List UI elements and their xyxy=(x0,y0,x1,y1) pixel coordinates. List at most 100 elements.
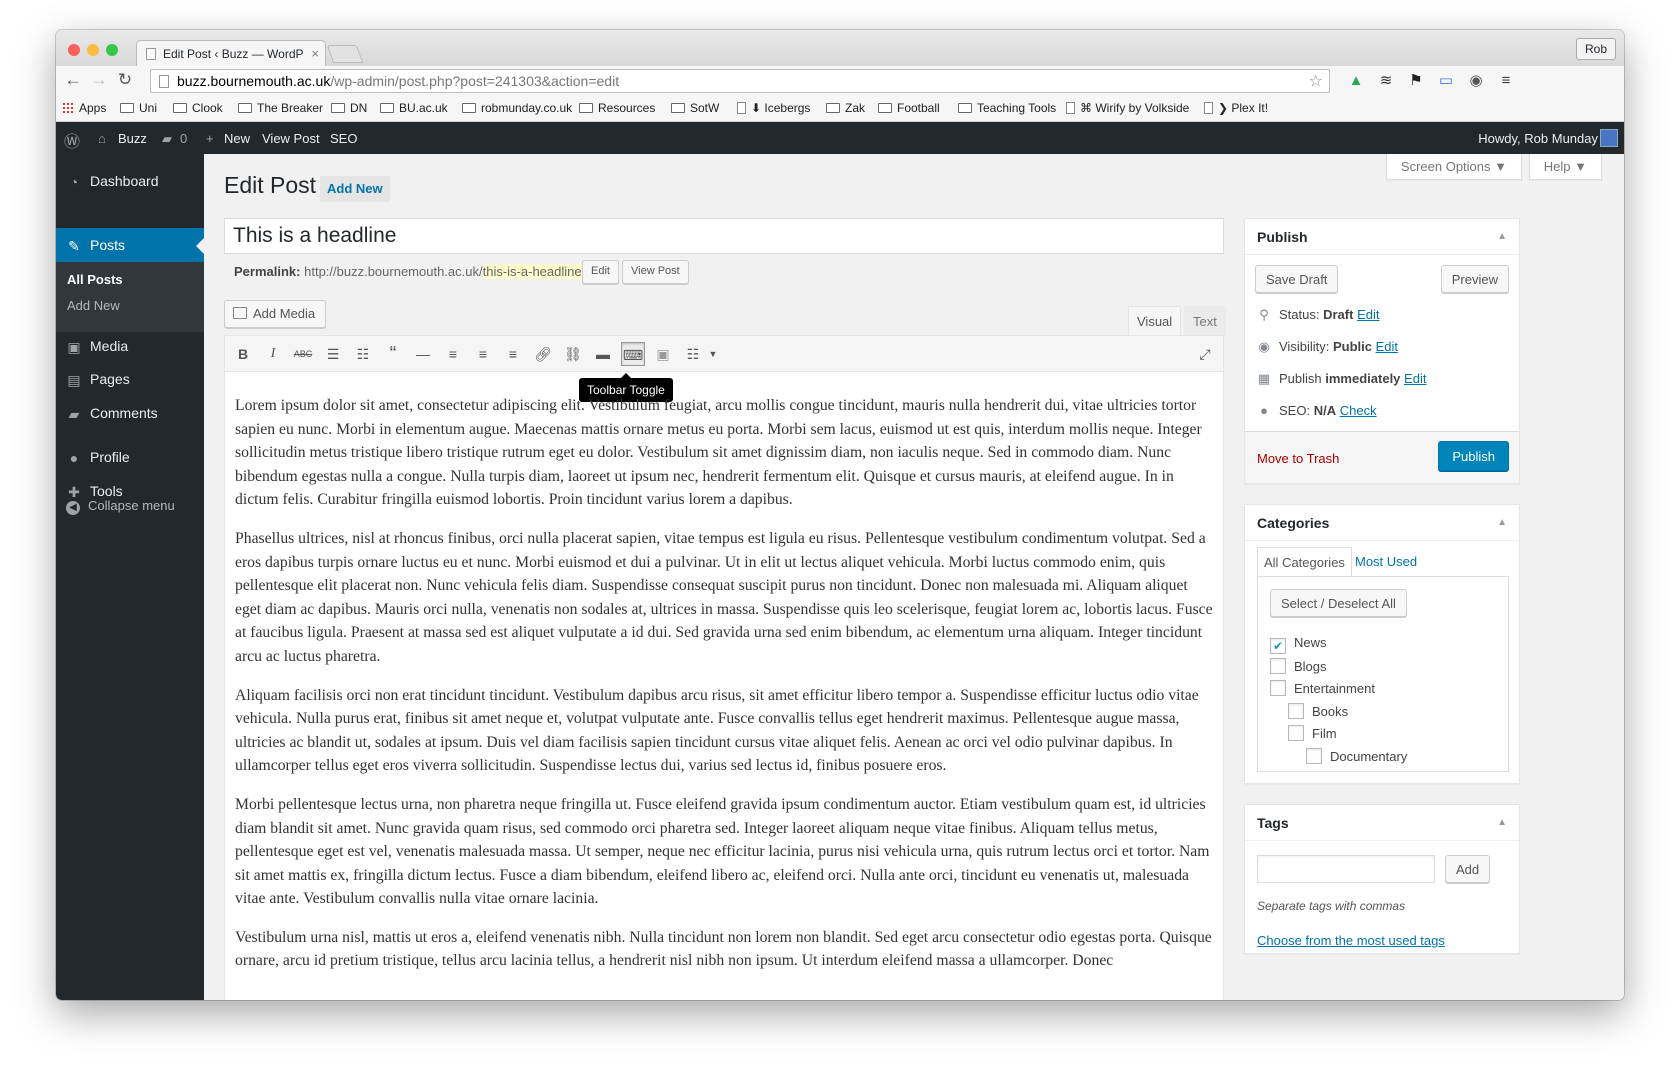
checkbox-icon[interactable] xyxy=(1288,702,1304,719)
bookmark-star-icon[interactable]: ☆ xyxy=(1309,71,1323,91)
edit-visibility-link[interactable]: Edit xyxy=(1376,339,1398,354)
site-name-link[interactable]: Buzz xyxy=(118,131,147,146)
tag-input[interactable] xyxy=(1257,855,1435,883)
collapse-arrow-icon[interactable]: ▲ xyxy=(1497,817,1507,828)
collapse-arrow-icon[interactable]: ▲ xyxy=(1497,517,1507,528)
back-icon[interactable]: ← xyxy=(62,70,84,90)
fullscreen-icon[interactable]: ⤢ xyxy=(1193,342,1217,366)
horizontal-rule-icon[interactable]: — xyxy=(411,342,435,366)
profile-button[interactable]: Rob xyxy=(1576,38,1616,60)
move-to-trash-link[interactable]: Move to Trash xyxy=(1257,451,1339,466)
bookmark-item[interactable]: SotW xyxy=(671,101,719,115)
tags-header[interactable]: Tags ▲ xyxy=(1245,805,1519,841)
forward-icon[interactable]: → xyxy=(88,70,110,90)
checkbox-checked-icon[interactable]: ✔ xyxy=(1270,638,1286,654)
minimize-window-icon[interactable] xyxy=(87,44,99,56)
checkbox-icon[interactable] xyxy=(1270,657,1286,674)
screen-capture-icon[interactable]: ▭ xyxy=(1436,71,1456,91)
comments-icon[interactable]: ▰ xyxy=(162,131,172,147)
save-draft-button[interactable]: Save Draft xyxy=(1255,265,1339,293)
body-paragraph[interactable]: Lorem ipsum dolor sit amet, consectetur … xyxy=(235,394,1217,512)
sidebar-item-dashboard[interactable]: ◔ Dashboard xyxy=(56,164,204,198)
checkbox-icon[interactable] xyxy=(1270,680,1286,696)
permalink-base[interactable]: http://buzz.bournemouth.ac.uk/ xyxy=(304,264,483,279)
bookmark-item[interactable]: Teaching Tools xyxy=(958,101,1056,115)
seo-link[interactable]: SEO xyxy=(330,131,357,146)
post-body[interactable]: Lorem ipsum dolor sit amet, consectetur … xyxy=(235,394,1217,988)
view-post-link[interactable]: View Post xyxy=(262,131,320,146)
bookmark-item[interactable]: Clook xyxy=(173,101,223,115)
address-bar[interactable]: buzz.bournemouth.ac.uk/wp-admin/post.php… xyxy=(150,69,1330,93)
collapse-menu-button[interactable]: ◀ Collapse menu xyxy=(66,498,175,515)
screen-options-button[interactable]: Screen Options ▼ xyxy=(1385,154,1522,180)
extension-icon[interactable]: ⚑ xyxy=(1406,71,1426,91)
categories-header[interactable]: Categories ▲ xyxy=(1245,505,1519,541)
edit-status-link[interactable]: Edit xyxy=(1357,307,1379,322)
sidebar-item-comments[interactable]: ▰ Comments xyxy=(56,396,204,430)
plus-icon[interactable]: + xyxy=(206,131,214,146)
bookmark-item[interactable]: ❯ Plex It! xyxy=(1204,101,1268,115)
sidebar-item-media[interactable]: ▣ Media xyxy=(56,329,204,363)
color-picker-icon[interactable]: ◉ xyxy=(1466,71,1486,91)
body-paragraph[interactable]: Aliquam facilisis orci non erat tincidun… xyxy=(235,684,1217,778)
sidebar-item-pages[interactable]: ▤ Pages xyxy=(56,362,204,396)
seo-check-link[interactable]: Check xyxy=(1340,403,1377,418)
read-more-icon[interactable]: ▬ xyxy=(591,342,615,366)
zoom-window-icon[interactable] xyxy=(106,44,118,56)
reload-icon[interactable]: ↻ xyxy=(114,70,136,90)
tab-visual[interactable]: Visual xyxy=(1128,306,1182,336)
bookmark-item[interactable]: Zak xyxy=(826,101,865,115)
select-all-button[interactable]: Select / Deselect All xyxy=(1270,589,1407,617)
preview-button[interactable]: Preview xyxy=(1440,265,1509,293)
browser-tab[interactable]: Edit Post ‹ Buzz — WordP × xyxy=(136,40,326,66)
bookmark-item[interactable]: The Breaker xyxy=(238,101,323,115)
bold-icon[interactable]: B xyxy=(231,342,255,366)
choose-tags-link[interactable]: Choose from the most used tags xyxy=(1257,933,1445,948)
category-item[interactable]: Documentary xyxy=(1306,747,1407,764)
align-center-icon[interactable]: ≡ xyxy=(471,342,495,366)
sidebar-item-profile[interactable]: ● Profile xyxy=(56,440,204,474)
sidebar-item-posts[interactable]: ✎ Posts xyxy=(56,228,204,262)
publish-button[interactable]: Publish xyxy=(1438,441,1509,471)
strikethrough-icon[interactable]: ABC xyxy=(291,342,315,366)
checkbox-icon[interactable] xyxy=(1288,725,1304,741)
close-window-icon[interactable] xyxy=(68,44,80,56)
chevron-down-icon[interactable]: ▼ xyxy=(701,342,725,366)
align-left-icon[interactable]: ≡ xyxy=(441,342,465,366)
add-media-button[interactable]: Add Media xyxy=(224,300,327,328)
new-tab-button[interactable] xyxy=(326,45,364,63)
bookmark-item[interactable]: robmunday.co.uk xyxy=(462,101,572,115)
body-paragraph[interactable]: Vestibulum urna nisl, mattis ut eros a, … xyxy=(235,926,1217,973)
bookmark-item[interactable]: Football xyxy=(878,101,940,115)
home-icon[interactable]: ⌂ xyxy=(98,131,106,146)
menu-icon[interactable]: ≡ xyxy=(1496,71,1516,91)
category-item[interactable]: Film xyxy=(1288,725,1337,741)
bookmark-item[interactable]: Uni xyxy=(120,101,157,115)
bookmark-item[interactable]: ⬇ Icebergs xyxy=(737,101,810,115)
howdy-user[interactable]: Howdy, Rob Munday xyxy=(1478,131,1598,146)
edit-schedule-link[interactable]: Edit xyxy=(1404,371,1426,386)
wordpress-logo-icon[interactable]: Ⓦ xyxy=(64,128,80,152)
view-post-button[interactable]: View Post xyxy=(622,260,689,284)
body-paragraph[interactable]: Morbi pellentesque lectus urna, non phar… xyxy=(235,793,1217,911)
bookmark-item[interactable]: ⌘ Wirify by Volkside xyxy=(1066,101,1189,115)
bookmark-item[interactable]: Resources xyxy=(579,101,655,115)
category-item[interactable]: Blogs xyxy=(1270,657,1327,674)
body-paragraph[interactable]: Phasellus ultrices, nisl at rhoncus fini… xyxy=(235,527,1217,669)
edit-permalink-button[interactable]: Edit xyxy=(582,260,619,284)
comments-count[interactable]: 0 xyxy=(180,131,187,146)
italic-icon[interactable]: I xyxy=(261,342,285,366)
help-button[interactable]: Help ▼ xyxy=(1528,154,1602,180)
category-item[interactable]: Books xyxy=(1288,702,1348,719)
toolbar-toggle-icon[interactable]: ⌨ xyxy=(621,342,645,366)
submenu-add-new[interactable]: Add New xyxy=(67,298,120,313)
add-tag-button[interactable]: Add xyxy=(1445,855,1491,883)
blockquote-icon[interactable]: “ xyxy=(381,342,405,366)
numbered-list-icon[interactable]: ☷ xyxy=(351,342,375,366)
buffer-icon[interactable]: ≋ xyxy=(1376,71,1396,91)
align-right-icon[interactable]: ≡ xyxy=(501,342,525,366)
category-item[interactable]: Entertainment xyxy=(1270,680,1375,696)
user-image-icon[interactable]: ▣ xyxy=(651,342,675,366)
bookmark-item[interactable]: Apps xyxy=(62,101,106,115)
publish-header[interactable]: Publish ▲ xyxy=(1245,219,1519,255)
